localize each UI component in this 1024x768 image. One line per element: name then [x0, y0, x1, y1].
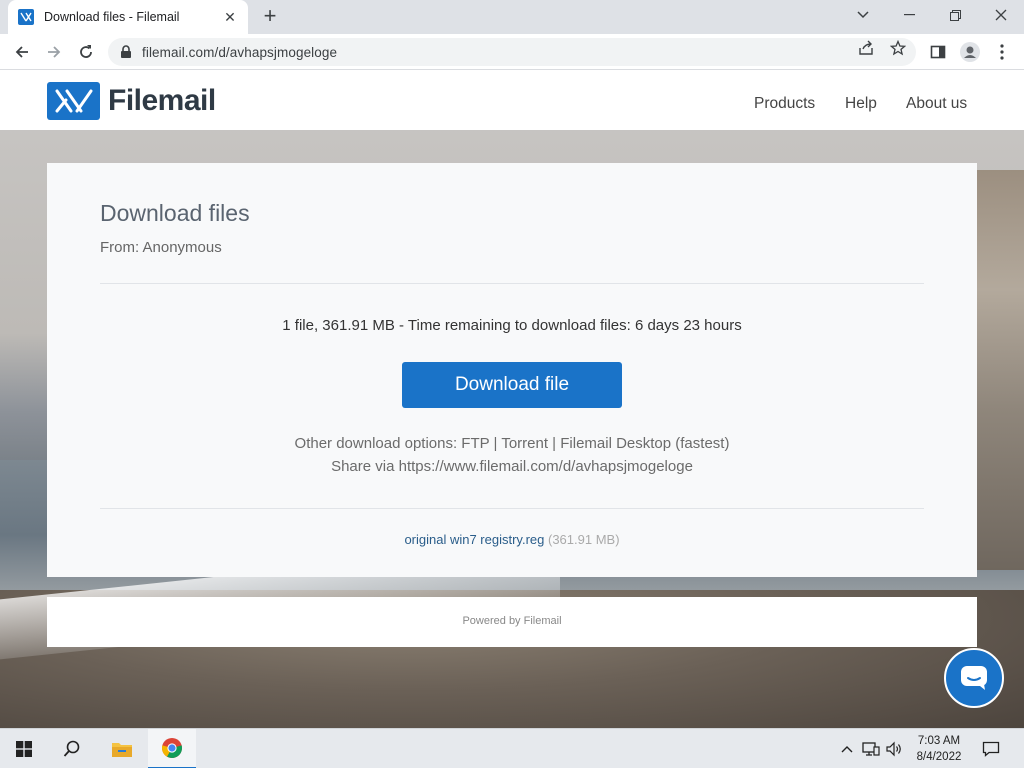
clock-date: 8/4/2022 [916, 751, 962, 763]
browser-toolbar: filemail.com/d/avhapsjmogeloge [0, 34, 1024, 70]
back-icon[interactable] [10, 40, 34, 64]
chat-icon[interactable] [944, 648, 1004, 708]
filemail-logo-icon [47, 82, 100, 120]
nav-about-us[interactable]: About us [906, 95, 967, 113]
footer-card: Powered by Filemail [47, 597, 977, 647]
tab-title: Download files - Filemail [44, 10, 180, 24]
chevron-up-icon[interactable] [838, 740, 856, 758]
filemail-logo[interactable]: Filemail [47, 82, 216, 120]
page-viewport: Filemail Products Help About us Download… [0, 70, 1024, 728]
windows-start-icon[interactable] [0, 729, 48, 768]
menu-icon[interactable] [990, 40, 1014, 64]
address-bar[interactable]: filemail.com/d/avhapsjmogeloge [108, 38, 916, 66]
download-file-button[interactable]: Download file [402, 362, 622, 408]
sidepanel-icon[interactable] [926, 40, 950, 64]
star-icon[interactable] [888, 40, 908, 56]
nav-products[interactable]: Products [754, 95, 815, 113]
browser-tab[interactable]: Download files - Filemail ✕ [8, 0, 248, 34]
filemail-favicon [18, 9, 34, 25]
lock-icon[interactable] [120, 45, 134, 59]
file-list-item: original win7 registry.reg (361.91 MB) [47, 532, 977, 547]
share-icon[interactable] [856, 40, 876, 56]
taskbar: 7:03 AM 8/4/2022 [0, 728, 1024, 768]
share-link[interactable]: Share via https://www.filemail.com/d/avh… [47, 458, 977, 475]
file-explorer-icon[interactable] [98, 729, 146, 768]
divider [100, 508, 924, 509]
notification-icon[interactable] [982, 740, 1000, 758]
chrome-icon[interactable] [148, 729, 196, 768]
file-name-link[interactable]: original win7 registry.reg [404, 532, 544, 547]
download-card: Download files From: Anonymous 1 file, 3… [47, 163, 977, 577]
site-header: Filemail Products Help About us [0, 70, 1024, 130]
url-text: filemail.com/d/avhapsjmogeloge [142, 44, 338, 60]
sender-label: From: Anonymous [100, 239, 222, 256]
nav-help[interactable]: Help [845, 95, 877, 113]
system-clock[interactable]: 7:03 AM 8/4/2022 [900, 733, 978, 765]
minimize-icon[interactable] [886, 0, 932, 30]
file-size: (361.91 MB) [548, 532, 620, 547]
tab-search-icon[interactable] [840, 0, 886, 30]
tab-strip: Download files - Filemail ✕ + [0, 0, 1024, 34]
network-icon[interactable] [862, 740, 880, 758]
powered-by[interactable]: Powered by Filemail [47, 615, 977, 627]
close-icon[interactable]: ✕ [222, 9, 238, 26]
profile-icon[interactable] [958, 40, 982, 64]
download-summary: 1 file, 361.91 MB - Time remaining to do… [282, 317, 742, 334]
restore-icon[interactable] [932, 0, 978, 30]
other-download-options[interactable]: Other download options: FTP | Torrent | … [47, 435, 977, 452]
window-close-icon[interactable] [978, 0, 1024, 30]
search-icon[interactable] [48, 729, 96, 768]
plus-icon[interactable]: + [258, 5, 282, 29]
page-title: Download files [100, 200, 250, 226]
forward-icon[interactable] [42, 40, 66, 64]
logo-text: Filemail [108, 84, 216, 117]
clock-time: 7:03 AM [917, 735, 961, 747]
divider [100, 283, 924, 284]
reload-icon[interactable] [74, 40, 98, 64]
